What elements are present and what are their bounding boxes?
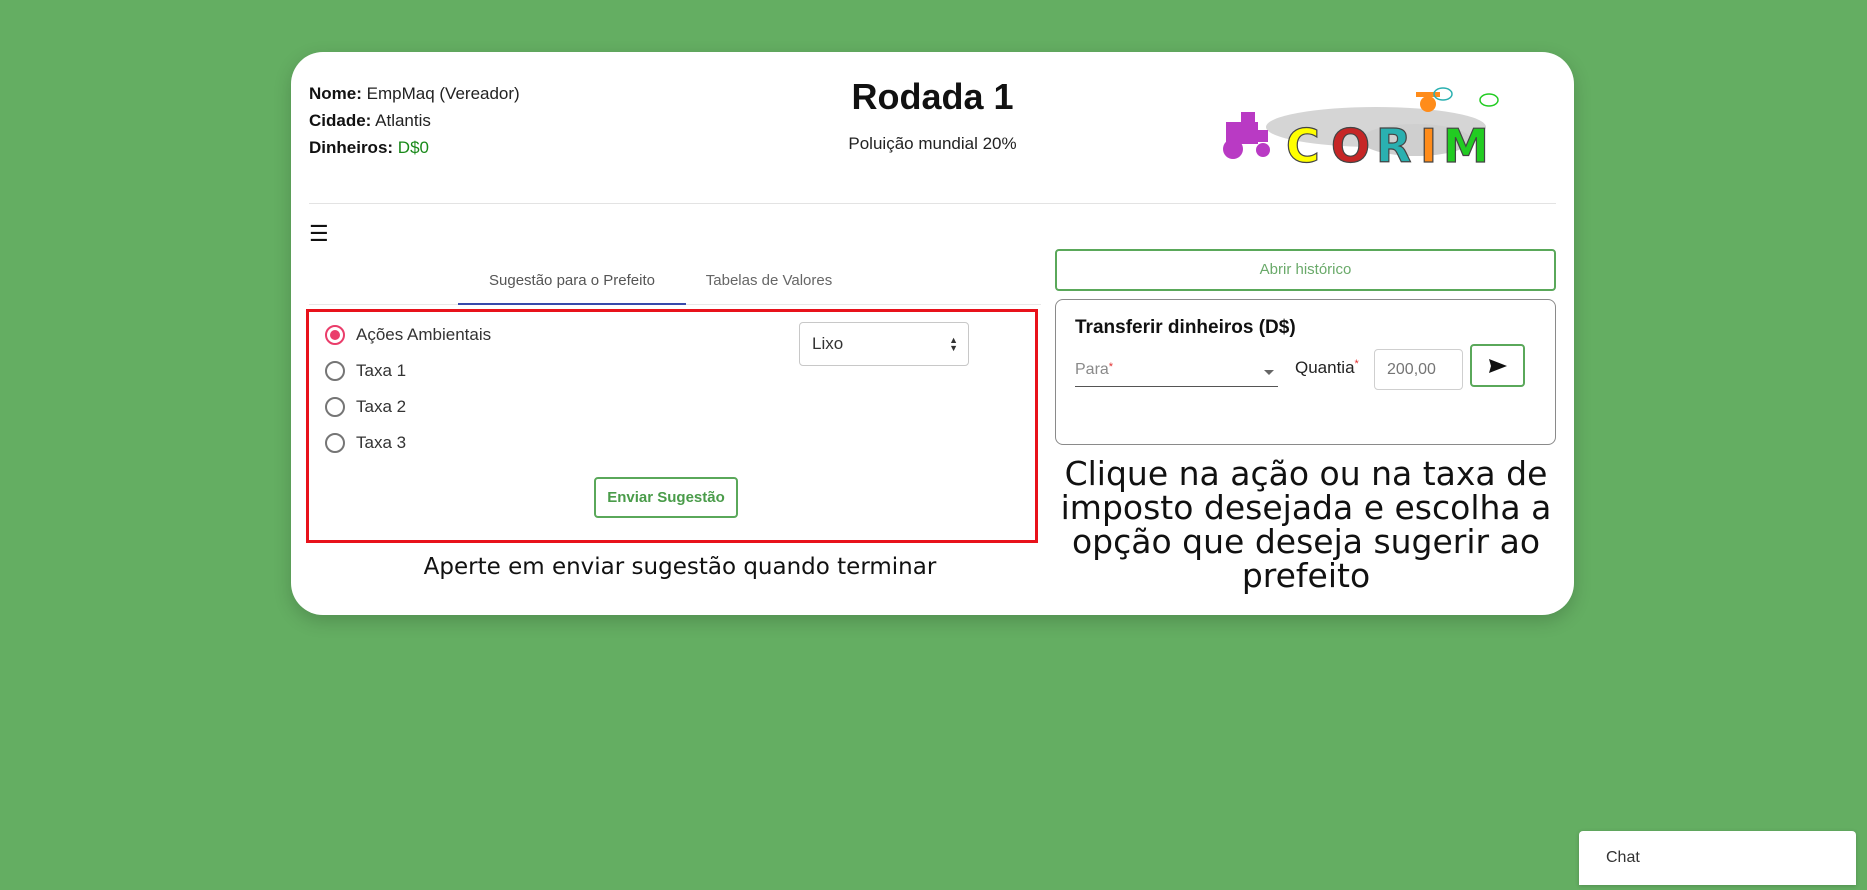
radio-button[interactable] — [325, 325, 345, 345]
action-select[interactable]: Lixo ▲ ▼ — [799, 322, 969, 366]
open-history-button[interactable]: Abrir histórico — [1055, 249, 1556, 291]
option-taxa-2[interactable]: Taxa 2 — [325, 394, 406, 420]
corim-logo: C O R I M — [1223, 87, 1499, 174]
option-label: Taxa 2 — [356, 397, 407, 416]
logo-letter: R — [1376, 119, 1411, 173]
chat-widget[interactable]: Chat — [1579, 831, 1856, 885]
radio-button[interactable] — [325, 361, 345, 381]
send-icon — [1488, 358, 1507, 373]
suggestion-hint: Aperte em enviar sugestão quando termina… — [423, 554, 937, 580]
logo-letter: I — [1420, 119, 1437, 173]
chat-label: Chat — [1606, 849, 1640, 866]
send-suggestion-button[interactable]: Enviar Sugestão — [594, 477, 738, 518]
amount-input[interactable] — [1374, 349, 1463, 390]
option-acoes-ambientais[interactable]: Ações Ambientais — [325, 322, 491, 348]
tab-tabelas[interactable]: Tabelas de Valores — [694, 252, 844, 303]
transfer-title: Transferir dinheiros (D$) — [1075, 317, 1296, 338]
transfer-panel: Transferir dinheiros (D$) Para* Quantia* — [1055, 299, 1556, 445]
option-label: Ações Ambientais — [356, 325, 492, 344]
option-label: Taxa 3 — [356, 433, 407, 452]
tab-label: Tabelas de Valores — [705, 272, 833, 289]
logo-letter: M — [1443, 119, 1489, 173]
speech-bubble-icon — [1479, 93, 1499, 107]
tabs-bar: Sugestão para o Prefeito Tabelas de Valo… — [309, 252, 1041, 305]
menu-icon[interactable]: ☰ — [309, 223, 329, 245]
tractor-icon — [1223, 112, 1270, 159]
amount-label: Quantia* — [1295, 358, 1359, 377]
radio-button[interactable] — [325, 397, 345, 417]
recipient-select[interactable]: Para* — [1075, 360, 1278, 387]
recipient-label: Para* — [1075, 361, 1114, 378]
option-label: Taxa 1 — [356, 361, 407, 380]
select-arrows-icon: ▲ ▼ — [949, 335, 958, 353]
select-value: Lixo — [812, 334, 844, 353]
suggestion-panel: Ações Ambientais Taxa 1 Taxa 2 Taxa 3 Li… — [306, 309, 1038, 543]
tab-sugestao[interactable]: Sugestão para o Prefeito — [458, 252, 686, 305]
radio-button[interactable] — [325, 433, 345, 453]
instruction-hint: Clique na ação ou na taxa de imposto des… — [1060, 454, 1552, 595]
game-card: Nome: EmpMaq (Vereador) Cidade: Atlantis… — [291, 52, 1574, 615]
option-taxa-1[interactable]: Taxa 1 — [325, 358, 406, 384]
send-transfer-button[interactable] — [1470, 344, 1525, 387]
option-taxa-3[interactable]: Taxa 3 — [325, 430, 406, 456]
logo-letter: O — [1331, 119, 1370, 173]
header-divider — [309, 203, 1556, 204]
caret-down-icon — [1264, 370, 1274, 375]
logo-letter: C — [1286, 119, 1320, 173]
tab-label: Sugestão para o Prefeito — [489, 272, 655, 289]
